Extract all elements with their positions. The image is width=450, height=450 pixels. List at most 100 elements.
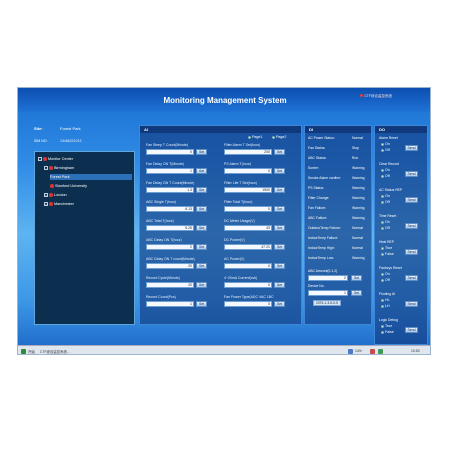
expander-icon[interactable]: - [38, 157, 42, 161]
set-button[interactable]: Set [351, 275, 362, 281]
set-button[interactable]: Set [196, 187, 207, 193]
do-option-2[interactable]: Off [381, 200, 390, 204]
expander-icon[interactable]: - [44, 166, 48, 170]
start-text[interactable]: 开始 [28, 349, 35, 354]
ai-field-input[interactable]: 0 [146, 149, 194, 155]
tree-item[interactable]: Stanford University [50, 183, 87, 189]
set-button[interactable]: Set [274, 206, 285, 212]
set-button[interactable]: Set [274, 282, 285, 288]
do-option-2[interactable]: Off [381, 148, 390, 152]
tray-icon[interactable] [378, 349, 383, 354]
radio-icon [381, 148, 384, 152]
do-option-1[interactable]: True [381, 324, 392, 328]
network-icon[interactable] [348, 349, 353, 354]
do-option-1[interactable]: On [381, 220, 390, 224]
do-option-1[interactable]: HL [381, 298, 390, 302]
set-button[interactable]: Set [274, 244, 285, 250]
ai-field-input[interactable]: 0 [224, 301, 272, 307]
page2-radio[interactable]: Page2 [272, 135, 286, 139]
set-button[interactable]: Set [196, 263, 207, 269]
sim-label: SIM NO: [34, 139, 48, 143]
do-option-1[interactable]: On [381, 272, 390, 276]
expander-icon[interactable]: + [44, 202, 48, 206]
do-option-1[interactable]: On [381, 168, 390, 172]
set-button[interactable]: Set [196, 206, 207, 212]
ai-field-input[interactable]: 47.21 [224, 244, 272, 250]
tree-item[interactable]: Forest Park [50, 174, 132, 180]
set-button[interactable]: Set [274, 168, 285, 174]
ai-field-input[interactable]: 1 [146, 301, 194, 307]
abc-amount-input[interactable]: 2 [308, 275, 348, 281]
volume-icon[interactable] [370, 349, 375, 354]
do-option-1-label: HL [385, 298, 390, 302]
page1-label: Page1 [252, 135, 263, 139]
ai-field-input[interactable]: 20 [146, 282, 194, 288]
start-icon[interactable] [21, 349, 26, 354]
ai-field-input[interactable]: 1.3 [146, 187, 194, 193]
do-option-1[interactable]: True [381, 246, 392, 250]
device-no-input[interactable]: 1 [308, 290, 348, 296]
taskbar-task[interactable]: CTF综合监控系统... [40, 349, 70, 354]
page1-radio[interactable]: Page1 [248, 135, 262, 139]
tree-item[interactable]: - Birmingham [44, 165, 74, 171]
ai-field-input[interactable]: 20 [146, 263, 194, 269]
site-node-icon [50, 184, 54, 188]
do-option-1[interactable]: On [381, 194, 390, 198]
ai-field-input[interactable]: 0 [224, 206, 272, 212]
set-button[interactable]: Set [274, 263, 285, 269]
ai-field-input[interactable]: 5.25 [146, 225, 194, 231]
window-caption[interactable]: CTF综合监控系统 [360, 94, 392, 99]
set-button[interactable]: Set [196, 168, 207, 174]
set-button[interactable]: Set [274, 301, 285, 307]
di-status-label: ABC Failure: [308, 216, 328, 220]
do-group-title: Flooting AI [379, 292, 396, 296]
tree-item-label: Forest Park [50, 175, 70, 179]
send-button[interactable]: Send [405, 275, 418, 281]
do-option-1-label: On [385, 194, 390, 198]
set-button[interactable]: Set [196, 225, 207, 231]
set-button[interactable]: Set [196, 301, 207, 307]
do-option-2[interactable]: False [381, 252, 394, 256]
set-button[interactable]: Set [196, 149, 207, 155]
ai-field-input[interactable]: 43 [224, 225, 272, 231]
ai-field-input[interactable]: 200 [224, 149, 272, 155]
send-button[interactable]: Send [405, 327, 418, 333]
send-button[interactable]: Send [405, 301, 418, 307]
set-button[interactable]: Set [351, 290, 362, 296]
tree-item-label: Stanford University [55, 184, 88, 188]
do-option-1-label: True [385, 324, 393, 328]
di-status-label: OutdoorTemp Failure: [308, 226, 341, 230]
ai-field-input[interactable]: 2 [146, 244, 194, 250]
do-option-2[interactable]: Off [381, 278, 390, 282]
send-button[interactable]: Send [405, 197, 418, 203]
send-button[interactable]: Send [405, 223, 418, 229]
ai-field-input[interactable]: 0 [224, 282, 272, 288]
do-option-2[interactable]: False [381, 330, 394, 334]
ai-field-input[interactable]: 0 [224, 168, 272, 174]
ai-field-input[interactable]: 6.13 [146, 206, 194, 212]
set-button[interactable]: Set [196, 282, 207, 288]
set-button[interactable]: Set [274, 225, 285, 231]
ai-field-input[interactable]: 0 [224, 263, 272, 269]
do-option-2[interactable]: Off [381, 226, 390, 230]
send-button[interactable]: Send [405, 249, 418, 255]
send-button[interactable]: Send [405, 171, 418, 177]
set-button[interactable]: Set [274, 187, 285, 193]
ip-chip[interactable]: 2076-1-3-5-0-5 [313, 300, 341, 306]
radio-icon [381, 220, 384, 224]
do-option-2[interactable]: LH [381, 304, 390, 308]
send-button[interactable]: Send [405, 145, 418, 151]
ai-field-label: Fan Delay ON T(Minute) [146, 162, 185, 166]
do-option-2[interactable]: Off [381, 174, 390, 178]
set-button[interactable]: Set [196, 244, 207, 250]
tree-item[interactable]: - Monitor Center [38, 156, 73, 162]
set-button[interactable]: Set [274, 149, 285, 155]
tree-item[interactable]: + London [44, 192, 67, 198]
ime-indicator[interactable]: 14% [355, 349, 362, 353]
tree-item[interactable]: + Manchester [44, 201, 74, 207]
app-icon [360, 94, 364, 97]
expander-icon[interactable]: + [44, 193, 48, 197]
ai-field-input[interactable]: 1500 [224, 187, 272, 193]
ai-field-input[interactable]: 1 [146, 168, 194, 174]
do-option-1[interactable]: On [381, 142, 390, 146]
